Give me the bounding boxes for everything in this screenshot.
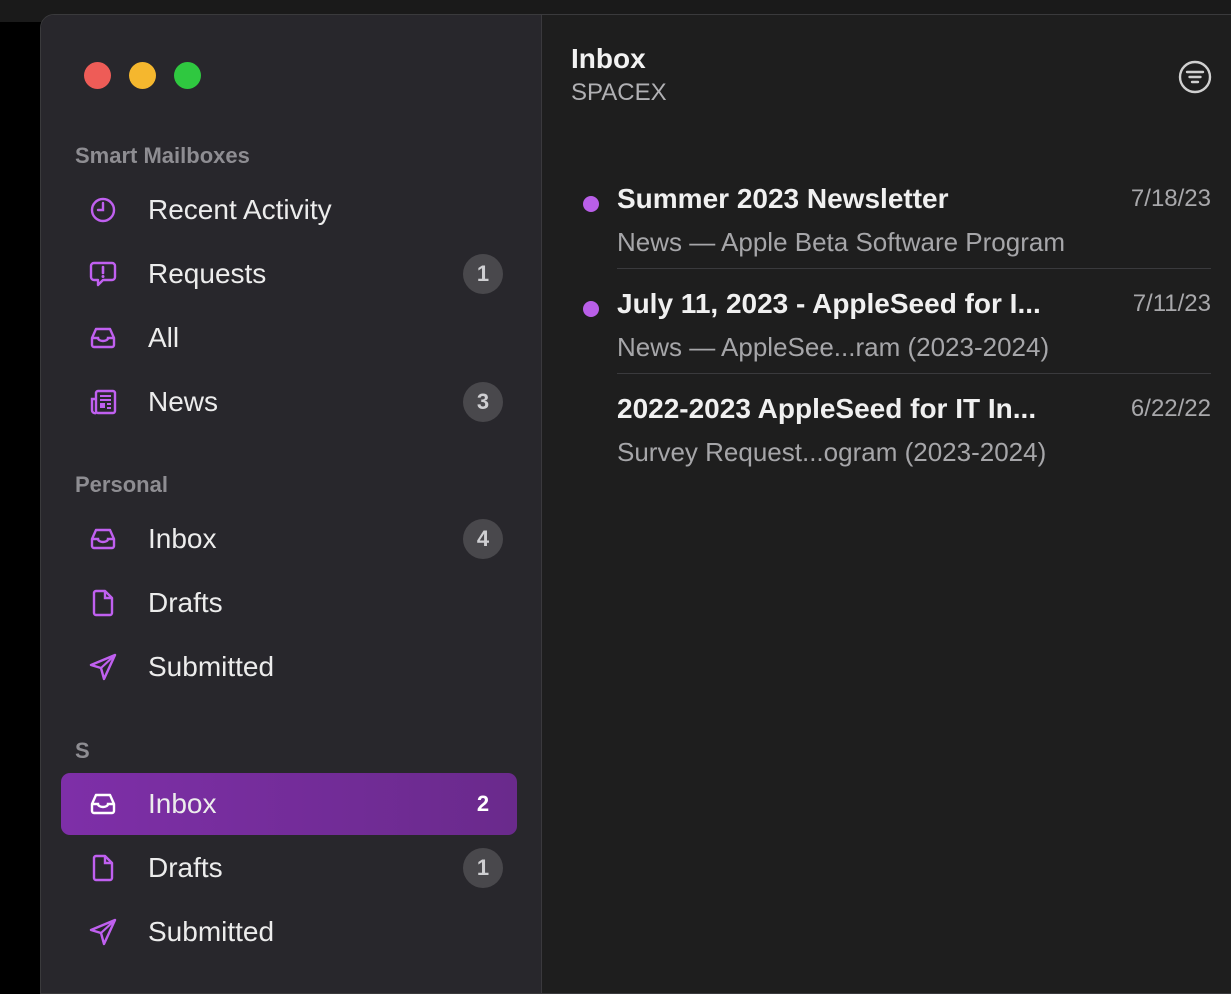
sidebar-item-s-drafts[interactable]: Drafts 1 (61, 837, 517, 899)
sidebar-item-label: News (148, 386, 219, 417)
sidebar-item-label: Inbox (148, 788, 217, 819)
message-row[interactable]: 2022-2023 AppleSeed for IT In... 6/22/22… (542, 375, 1211, 479)
paperplane-icon (88, 917, 128, 947)
unread-count-badge: 2 (476, 791, 490, 816)
sidebar-item-label: All (148, 322, 180, 353)
sidebar-item-recent-activity[interactable]: Recent Activity (61, 179, 517, 241)
sidebar-item-label: Requests (148, 258, 267, 289)
row-divider (617, 373, 1211, 374)
mail-window: Smart Mailboxes Recent Activity Requests… (40, 14, 1231, 994)
message-date: 6/22/22 (1130, 395, 1211, 422)
sidebar-item-label: Submitted (148, 916, 275, 947)
sidebar-item-label: Drafts (148, 587, 223, 618)
unread-count-badge: 3 (463, 382, 503, 422)
paperplane-icon (88, 652, 128, 682)
message-subject: Summer 2023 Newsletter (617, 183, 949, 214)
newspaper-icon (88, 387, 128, 417)
sidebar-item-label: Submitted (148, 651, 275, 682)
unread-dot (583, 301, 599, 317)
tray-icon (88, 524, 128, 554)
sidebar-item-label: Recent Activity (148, 194, 332, 225)
message-list-pane: Inbox SPACEX Summer 2023 Newsletter 7/18… (542, 15, 1231, 993)
mailbox-title: Inbox (571, 43, 646, 74)
message-row[interactable]: Summer 2023 Newsletter 7/18/23 News — Ap… (542, 165, 1211, 269)
message-date: 7/18/23 (1130, 185, 1211, 212)
sidebar-item-personal-inbox[interactable]: Inbox 4 (61, 508, 517, 570)
section-personal: Personal (75, 472, 168, 497)
tray-icon (88, 323, 128, 353)
unread-count-badge: 1 (463, 254, 503, 294)
message-preview: Survey Request...ogram (2023-2024) (617, 437, 1047, 467)
message-preview: News — AppleSee...ram (2023-2024) (617, 332, 1050, 362)
message-subject: July 11, 2023 - AppleSeed for I... (617, 288, 1041, 319)
minimize-button[interactable] (129, 62, 156, 89)
account-name: SPACEX (571, 79, 667, 106)
sidebar-item-personal-drafts[interactable]: Drafts (61, 572, 517, 634)
sidebar-item-news[interactable]: News 3 (61, 371, 517, 433)
filter-icon[interactable] (1177, 59, 1213, 95)
exclamation-bubble-icon (88, 259, 128, 289)
close-button[interactable] (84, 62, 111, 89)
sidebar-item-all[interactable]: All (61, 307, 517, 369)
section-smart-mailboxes: Smart Mailboxes (75, 143, 250, 168)
section-s: S (75, 738, 90, 763)
sidebar-item-personal-submitted[interactable]: Submitted (61, 636, 517, 698)
sidebar: Smart Mailboxes Recent Activity Requests… (41, 15, 542, 993)
document-icon (88, 853, 128, 883)
row-divider (617, 268, 1211, 269)
zoom-button[interactable] (174, 62, 201, 89)
sidebar-item-label: Inbox (148, 523, 217, 554)
sidebar-item-s-inbox[interactable]: Inbox 2 (61, 773, 517, 835)
message-preview: News — Apple Beta Software Program (617, 227, 1065, 257)
unread-count-badge: 1 (463, 848, 503, 888)
message-date: 7/11/23 (1132, 290, 1211, 317)
traffic-lights (84, 62, 201, 89)
document-icon (88, 588, 128, 618)
sidebar-item-s-submitted[interactable]: Submitted (61, 901, 517, 963)
clock-icon (88, 195, 128, 225)
message-row[interactable]: July 11, 2023 - AppleSeed for I... 7/11/… (542, 270, 1211, 374)
unread-count-badge: 4 (463, 519, 503, 559)
tray-icon (88, 789, 128, 819)
message-subject: 2022-2023 AppleSeed for IT In... (617, 393, 1037, 424)
sidebar-item-requests[interactable]: Requests 1 (61, 243, 517, 305)
unread-dot (583, 196, 599, 212)
sidebar-item-label: Drafts (148, 852, 223, 883)
